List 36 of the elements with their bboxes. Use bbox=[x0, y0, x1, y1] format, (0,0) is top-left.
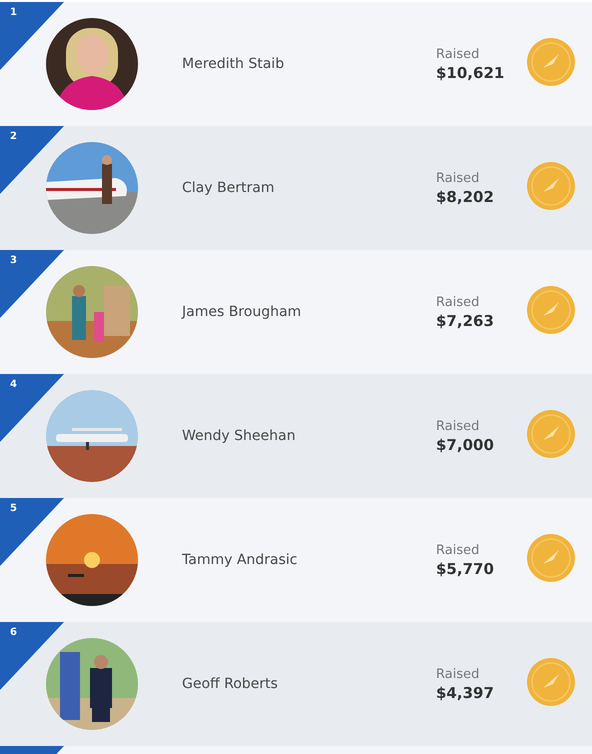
medal-icon bbox=[527, 38, 575, 86]
medal-icon bbox=[527, 286, 575, 334]
rank-number: 5 bbox=[10, 503, 17, 514]
rank-ribbon bbox=[0, 622, 64, 690]
rank-number: 4 bbox=[10, 379, 17, 390]
rank-number: 6 bbox=[10, 627, 17, 638]
rank-number: 2 bbox=[10, 131, 17, 142]
rank-number: 1 bbox=[10, 7, 17, 18]
medal-icon bbox=[527, 534, 575, 582]
raised-amount: $5,770 bbox=[436, 560, 495, 578]
rank-ribbon bbox=[0, 250, 64, 318]
raised-label: Raised bbox=[436, 170, 480, 186]
raised-amount: $7,263 bbox=[436, 312, 495, 330]
rank-ribbon bbox=[0, 374, 64, 442]
medal-icon bbox=[527, 410, 575, 458]
raised-amount: $10,621 bbox=[436, 64, 506, 82]
medal-icon bbox=[527, 162, 575, 210]
raised-label: Raised bbox=[436, 666, 480, 682]
fundraiser-name: Geoff Roberts bbox=[182, 676, 279, 692]
raised-amount: $8,202 bbox=[436, 188, 495, 206]
raised-amount: $4,397 bbox=[436, 684, 495, 702]
raised-label: Raised bbox=[436, 294, 480, 310]
fundraiser-name: Meredith Staib bbox=[182, 56, 286, 72]
raised-label: Raised bbox=[436, 542, 480, 558]
rank-number: 3 bbox=[10, 255, 17, 266]
rank-ribbon bbox=[0, 126, 64, 194]
rank-ribbon bbox=[0, 498, 64, 566]
fundraiser-name: Clay Bertram bbox=[182, 180, 276, 196]
medal-icon bbox=[527, 658, 575, 706]
raised-label: Raised bbox=[436, 46, 480, 62]
fundraiser-name: Tammy Andrasic bbox=[182, 552, 298, 568]
raised-label: Raised bbox=[436, 418, 480, 434]
raised-amount: $7,000 bbox=[436, 436, 495, 454]
fundraiser-name: Wendy Sheehan bbox=[182, 428, 296, 444]
fundraiser-name: James Brougham bbox=[182, 304, 302, 320]
rank-ribbon bbox=[0, 2, 64, 70]
